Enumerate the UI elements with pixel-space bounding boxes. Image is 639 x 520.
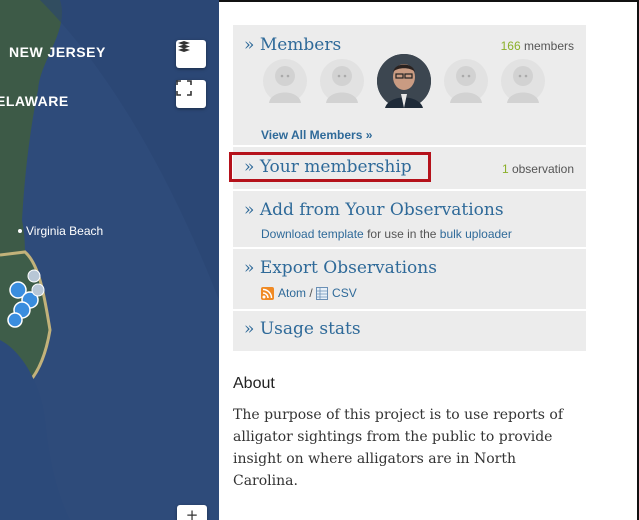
members-count-suffix: members: [520, 39, 574, 53]
member-avatars: [263, 54, 558, 108]
chevron-icon: »: [244, 35, 255, 55]
members-section: » Members 166 members View All Members »: [233, 25, 586, 147]
export-observations-link[interactable]: » Export Observations: [244, 258, 437, 278]
rss-icon: [261, 286, 274, 300]
view-all-members-link[interactable]: View All Members »: [261, 128, 372, 142]
add-middle-text: for use in the: [363, 227, 440, 241]
members-count-number: 166: [500, 39, 521, 53]
add-observations-title: Add from Your Observations: [259, 200, 504, 220]
about-description: The purpose of this project is to use re…: [233, 407, 563, 489]
chevron-icon: »: [244, 258, 255, 278]
export-section: » Export Observations Atom / CSV: [233, 249, 586, 311]
add-observations-link[interactable]: » Add from Your Observations: [244, 200, 504, 220]
export-title: Export Observations: [259, 258, 437, 278]
zoom-in-icon: +: [185, 506, 199, 520]
fullscreen-icon[interactable]: [176, 80, 206, 108]
map-label-virginia-beach: Virginia Beach: [26, 224, 104, 238]
members-title: Members: [259, 35, 342, 55]
about-heading: About: [233, 375, 275, 392]
project-sidebar: » Members 166 members View All Members »: [229, 25, 586, 353]
zoom-in-button[interactable]: +: [177, 505, 207, 520]
layers-icon[interactable]: [176, 40, 206, 68]
usage-stats-title: Usage stats: [259, 319, 361, 339]
member-avatar[interactable]: [501, 59, 545, 103]
member-avatar[interactable]: [320, 59, 364, 103]
members-link[interactable]: » Members: [244, 35, 341, 55]
map-label-new-jersey: NEW JERSEY: [9, 44, 106, 60]
export-separator: /: [306, 286, 317, 300]
project-map[interactable]: NEW JERSEY ELAWARE Virginia Beach +: [0, 0, 219, 520]
chevron-icon: »: [244, 319, 255, 339]
usage-stats-link[interactable]: » Usage stats: [244, 319, 361, 339]
membership-section: » Your membership 1 observation: [229, 147, 586, 191]
observation-count-suffix: observation: [508, 162, 574, 176]
members-count: 166 members: [501, 39, 574, 53]
map-label-delaware: ELAWARE: [0, 93, 69, 109]
chevron-icon: »: [244, 157, 255, 177]
your-membership-link[interactable]: » Your membership: [244, 157, 412, 177]
member-avatar[interactable]: [444, 59, 488, 103]
map-canvas[interactable]: [0, 0, 219, 520]
member-avatar[interactable]: [263, 59, 307, 103]
bulk-uploader-link[interactable]: bulk uploader: [440, 227, 512, 241]
membership-title: Your membership: [259, 157, 412, 177]
export-formats: Atom / CSV: [261, 286, 357, 300]
download-template-link[interactable]: Download template: [261, 227, 364, 241]
observation-count-number: 1: [501, 162, 509, 176]
add-observations-subtext: Download template for use in the bulk up…: [261, 227, 512, 241]
add-observations-section: » Add from Your Observations Download te…: [233, 191, 586, 249]
csv-link[interactable]: CSV: [332, 286, 357, 300]
atom-link[interactable]: Atom: [278, 286, 306, 300]
observation-count: 1 observation: [502, 162, 574, 176]
member-avatar-photo[interactable]: [377, 54, 431, 108]
usage-stats-section: » Usage stats: [233, 311, 586, 353]
chevron-icon: »: [244, 200, 255, 220]
spreadsheet-icon: [316, 286, 329, 300]
